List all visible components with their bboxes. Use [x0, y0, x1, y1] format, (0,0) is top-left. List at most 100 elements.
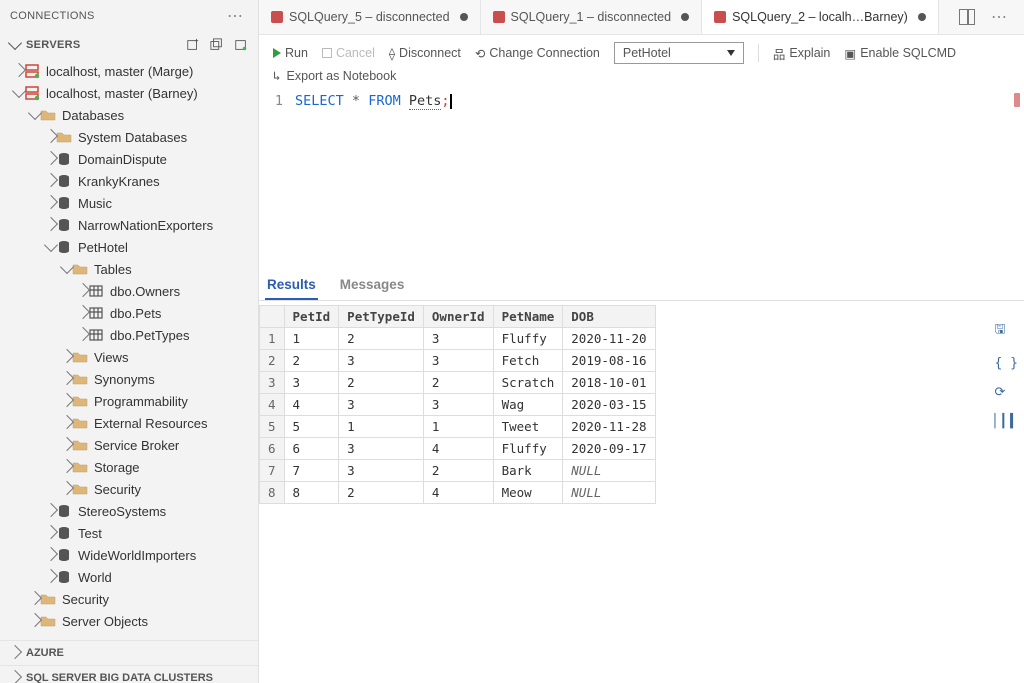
- database-select[interactable]: PetHotel: [614, 42, 744, 64]
- cell[interactable]: 4: [284, 394, 339, 416]
- column-header[interactable]: OwnerId: [423, 306, 493, 328]
- cell[interactable]: 1: [423, 416, 493, 438]
- cell[interactable]: 2020-03-15: [563, 394, 655, 416]
- cell[interactable]: 2020-09-17: [563, 438, 655, 460]
- database-node-pethotel[interactable]: PetHotel: [0, 236, 258, 258]
- servers-header[interactable]: SERVERS: [0, 32, 258, 58]
- run-button[interactable]: Run: [273, 46, 308, 60]
- refresh-results-icon[interactable]: ⟳: [995, 385, 1018, 400]
- table-row[interactable]: 5511Tweet2020-11-28: [260, 416, 656, 438]
- server-node-barney[interactable]: localhost, master (Barney): [0, 82, 258, 104]
- cell[interactable]: 2: [339, 482, 424, 504]
- cell[interactable]: 3: [423, 394, 493, 416]
- database-node[interactable]: StereoSystems: [0, 500, 258, 522]
- database-node[interactable]: World: [0, 566, 258, 588]
- table-node[interactable]: dbo.Pets: [0, 302, 258, 324]
- editor-tab[interactable]: SQLQuery_1 – disconnected: [481, 0, 703, 34]
- new-connection-icon[interactable]: [186, 38, 200, 52]
- cell[interactable]: 3: [339, 394, 424, 416]
- cell[interactable]: 4: [423, 438, 493, 460]
- refresh-servers-icon[interactable]: [234, 38, 248, 52]
- table-node[interactable]: dbo.PetTypes: [0, 324, 258, 346]
- chart-icon[interactable]: ▏▎▍: [995, 414, 1018, 429]
- cell[interactable]: 1: [284, 328, 339, 350]
- database-node[interactable]: Music: [0, 192, 258, 214]
- tab-overflow-icon[interactable]: ⋯: [987, 7, 1012, 27]
- table-node[interactable]: dbo.Owners: [0, 280, 258, 302]
- disconnect-button[interactable]: ⟠Disconnect: [389, 46, 461, 61]
- db-folder[interactable]: Security: [0, 478, 258, 500]
- export-notebook-button[interactable]: ↳ Export as Notebook: [259, 66, 1024, 89]
- cell[interactable]: 2: [339, 328, 424, 350]
- database-node[interactable]: System Databases: [0, 126, 258, 148]
- server-node-marge[interactable]: localhost, master (Marge): [0, 60, 258, 82]
- cell[interactable]: 3: [339, 438, 424, 460]
- cell[interactable]: NULL: [563, 482, 655, 504]
- cell[interactable]: Fetch: [493, 350, 563, 372]
- column-header[interactable]: PetTypeId: [339, 306, 424, 328]
- cell[interactable]: 3: [423, 350, 493, 372]
- editor-tab[interactable]: SQLQuery_2 – localh…Barney): [702, 0, 939, 34]
- cell[interactable]: 3: [339, 460, 424, 482]
- table-row[interactable]: 7732BarkNULL: [260, 460, 656, 482]
- cell[interactable]: NULL: [563, 460, 655, 482]
- cell[interactable]: 3: [284, 372, 339, 394]
- table-row[interactable]: 2233Fetch2019-08-16: [260, 350, 656, 372]
- column-header[interactable]: PetName: [493, 306, 563, 328]
- save-json-icon[interactable]: { }: [995, 356, 1018, 371]
- db-folder[interactable]: Views: [0, 346, 258, 368]
- column-header[interactable]: DOB: [563, 306, 655, 328]
- db-folder[interactable]: Storage: [0, 456, 258, 478]
- cell[interactable]: 1: [339, 416, 424, 438]
- cell[interactable]: 2: [423, 460, 493, 482]
- cell[interactable]: Wag: [493, 394, 563, 416]
- database-node[interactable]: WideWorldImporters: [0, 544, 258, 566]
- db-folder[interactable]: External Resources: [0, 412, 258, 434]
- save-csv-icon[interactable]: 🖫: [995, 320, 1018, 342]
- enable-sqlcmd-button[interactable]: ▣Enable SQLCMD: [844, 46, 956, 61]
- table-row[interactable]: 8824MeowNULL: [260, 482, 656, 504]
- cell[interactable]: 2: [284, 350, 339, 372]
- cell[interactable]: Bark: [493, 460, 563, 482]
- results-grid[interactable]: PetIdPetTypeIdOwnerIdPetNameDOB1123Fluff…: [259, 305, 656, 504]
- database-node[interactable]: Test: [0, 522, 258, 544]
- cell[interactable]: 3: [423, 328, 493, 350]
- cell[interactable]: 7: [284, 460, 339, 482]
- azure-section[interactable]: AZURE: [0, 640, 258, 665]
- databases-folder[interactable]: Databases: [0, 104, 258, 126]
- cell[interactable]: 2019-08-16: [563, 350, 655, 372]
- explain-button[interactable]: 品Explain: [773, 44, 831, 63]
- cell[interactable]: 2020-11-20: [563, 328, 655, 350]
- cell[interactable]: 6: [284, 438, 339, 460]
- cell[interactable]: 2018-10-01: [563, 372, 655, 394]
- db-folder[interactable]: Synonyms: [0, 368, 258, 390]
- table-row[interactable]: 1123Fluffy2020-11-20: [260, 328, 656, 350]
- editor-tab[interactable]: SQLQuery_5 – disconnected: [259, 0, 481, 34]
- sql-editor[interactable]: 1 SELECT * FROM Pets;: [259, 89, 1024, 269]
- server-folder[interactable]: Security: [0, 588, 258, 610]
- table-row[interactable]: 6634Fluffy2020-09-17: [260, 438, 656, 460]
- tab-results[interactable]: Results: [265, 269, 318, 300]
- database-node[interactable]: DomainDispute: [0, 148, 258, 170]
- cell[interactable]: Fluffy: [493, 438, 563, 460]
- cell[interactable]: Tweet: [493, 416, 563, 438]
- new-group-icon[interactable]: [210, 38, 224, 52]
- cell[interactable]: Meow: [493, 482, 563, 504]
- cell[interactable]: 8: [284, 482, 339, 504]
- server-folder[interactable]: Server Objects: [0, 610, 258, 632]
- column-header[interactable]: PetId: [284, 306, 339, 328]
- cell[interactable]: Fluffy: [493, 328, 563, 350]
- tables-folder[interactable]: Tables: [0, 258, 258, 280]
- connections-header[interactable]: CONNECTIONS ⋯: [0, 0, 258, 32]
- cell[interactable]: Scratch: [493, 372, 563, 394]
- db-folder[interactable]: Service Broker: [0, 434, 258, 456]
- database-node[interactable]: KrankyKranes: [0, 170, 258, 192]
- db-folder[interactable]: Programmability: [0, 390, 258, 412]
- cell[interactable]: 2: [423, 372, 493, 394]
- split-editor-icon[interactable]: [959, 9, 975, 25]
- table-row[interactable]: 3322Scratch2018-10-01: [260, 372, 656, 394]
- change-connection-button[interactable]: ⟲Change Connection: [475, 46, 600, 61]
- cell[interactable]: 2020-11-28: [563, 416, 655, 438]
- cell[interactable]: 5: [284, 416, 339, 438]
- database-node[interactable]: NarrowNationExporters: [0, 214, 258, 236]
